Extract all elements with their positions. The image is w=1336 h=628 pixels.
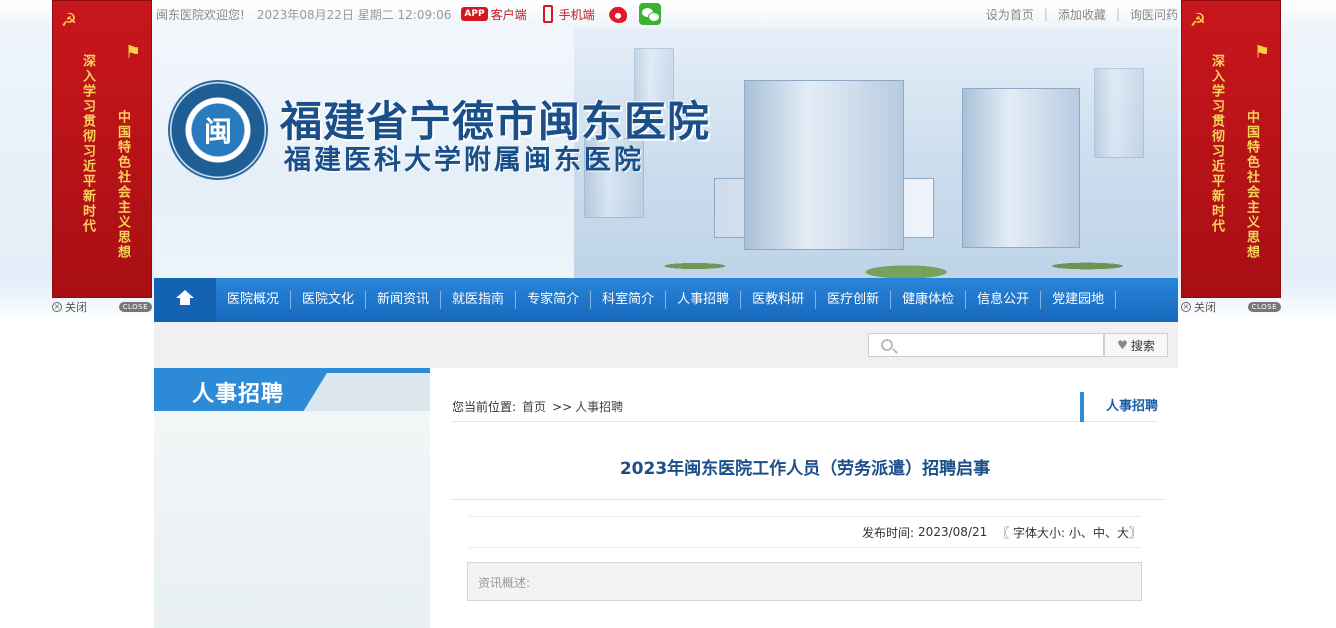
nav-item[interactable]: 医院文化 bbox=[291, 278, 365, 322]
banner-slogan-2: 中国特色社会主义思想 bbox=[1244, 110, 1259, 260]
hospital-subtitle: 福建医科大学附属闽东医院 bbox=[284, 145, 644, 176]
party-emblem-icon: ☭ bbox=[60, 10, 78, 31]
sidebar-title: 人事招聘 bbox=[192, 382, 285, 407]
set-homepage-link[interactable]: 设为首页 bbox=[986, 6, 1034, 23]
divider: | bbox=[1115, 7, 1120, 21]
search-strip: ♥ 搜索 bbox=[154, 322, 1178, 368]
close-left-banner-button[interactable]: × 关闭 bbox=[52, 299, 87, 315]
hospital-logo[interactable]: 闽 bbox=[168, 80, 268, 180]
mobile-label: 手机端 bbox=[558, 7, 595, 22]
nav-item[interactable]: 医院概况 bbox=[216, 278, 290, 322]
breadcrumb: 您当前位置: 首页 >> 人事招聘 人事招聘 bbox=[452, 392, 1158, 422]
divider bbox=[452, 499, 1165, 500]
side-banner-left-close-row: × 关闭 CLOSE bbox=[52, 300, 152, 314]
home-icon bbox=[176, 290, 194, 307]
font-large-link[interactable]: 大 bbox=[1117, 526, 1129, 540]
banner-slogan-1: 深入学习贯彻习近平新时代 bbox=[80, 54, 95, 234]
close-tag-button[interactable]: CLOSE bbox=[118, 302, 152, 312]
nav-item[interactable]: 党建园地 bbox=[1041, 278, 1115, 322]
divider: | bbox=[1043, 7, 1048, 21]
nav-home-button[interactable] bbox=[154, 278, 216, 322]
banner-slogan-2: 中国特色社会主义思想 bbox=[115, 110, 130, 260]
summary-label: 资讯概述: bbox=[478, 576, 531, 590]
welcome-text: 闽东医院欢迎您! bbox=[156, 7, 245, 22]
article-summary: 资讯概述: bbox=[467, 562, 1142, 601]
search-button[interactable]: ♥ 搜索 bbox=[1104, 333, 1168, 357]
side-banner-right[interactable]: ☭ ⚑ 深入学习贯彻习近平新时代 中国特色社会主义思想 bbox=[1181, 0, 1281, 298]
font-size-controls: 〖 字体大小: 小、中、大〗 bbox=[997, 525, 1141, 540]
heart-icon: ♥ bbox=[1117, 338, 1128, 352]
font-size-label: 〖 字体大小: bbox=[997, 525, 1066, 540]
article-meta: 发布时间: 2023/08/21 〖 字体大小: 小、中、大〗 bbox=[468, 516, 1141, 548]
article-title: 2023年闽东医院工作人员（劳务派遣）招聘启事 bbox=[619, 459, 991, 479]
breadcrumb-home-link[interactable]: 首页 bbox=[522, 398, 546, 415]
publish-date: 2023/08/21 bbox=[918, 525, 988, 539]
consult-link[interactable]: 询医问药 bbox=[1130, 6, 1178, 23]
nav-item[interactable]: 人事招聘 bbox=[666, 278, 740, 322]
main-content: 您当前位置: 首页 >> 人事招聘 人事招聘 2023年闽东医院工作人员（劳务派… bbox=[431, 368, 1178, 628]
nav-item[interactable]: 新闻资讯 bbox=[366, 278, 440, 322]
close-label: 关闭 bbox=[65, 301, 87, 314]
section-tag: 人事招聘 bbox=[1079, 392, 1158, 422]
divider bbox=[1115, 291, 1117, 309]
add-favorite-link[interactable]: 添加收藏 bbox=[1058, 6, 1106, 23]
weibo-icon[interactable] bbox=[608, 5, 629, 23]
flag-icon: ⚑ bbox=[1253, 42, 1271, 63]
font-medium-link[interactable]: 中 bbox=[1093, 526, 1105, 540]
close-right-banner-button[interactable]: × 关闭 bbox=[1181, 299, 1216, 315]
search-button-label: 搜索 bbox=[1130, 338, 1155, 353]
search-icon bbox=[881, 339, 893, 351]
publish-label: 发布时间: bbox=[862, 525, 915, 540]
close-label: 关闭 bbox=[1194, 301, 1216, 314]
main-nav: 医院概况 医院文化 新闻资讯 就医指南 专家简介 科室简介 人事招聘 医教科研 … bbox=[154, 278, 1178, 322]
banner-slogan-1: 深入学习贯彻习近平新时代 bbox=[1209, 54, 1224, 234]
breadcrumb-current-link[interactable]: 人事招聘 bbox=[575, 398, 623, 415]
top-bar: 闽东医院欢迎您! 2023年08月22日 星期二 12:09:06 APP 客户… bbox=[154, 0, 1178, 28]
mobile-link[interactable]: 手机端 bbox=[542, 5, 595, 23]
nav-items: 医院概况 医院文化 新闻资讯 就医指南 专家简介 科室简介 人事招聘 医教科研 … bbox=[216, 278, 1117, 322]
close-tag-button[interactable]: CLOSE bbox=[1247, 302, 1281, 312]
flag-icon: ⚑ bbox=[124, 42, 142, 63]
font-size-close: 〗 bbox=[1128, 525, 1141, 540]
nav-item[interactable]: 医教科研 bbox=[741, 278, 815, 322]
trees bbox=[574, 218, 1178, 278]
nav-item[interactable]: 医疗创新 bbox=[816, 278, 890, 322]
logo-char: 闽 bbox=[203, 115, 232, 148]
search-input[interactable] bbox=[899, 336, 1099, 354]
hospital-building-image bbox=[574, 28, 1178, 278]
nav-item[interactable]: 就医指南 bbox=[441, 278, 515, 322]
building bbox=[1094, 68, 1144, 158]
wechat-icon[interactable] bbox=[638, 3, 661, 25]
current-datetime: 2023年08月22日 星期二 12:09:06 bbox=[256, 7, 452, 22]
app-client-link[interactable]: APP 客户端 bbox=[461, 6, 527, 23]
app-icon: APP bbox=[461, 7, 488, 21]
search-box bbox=[868, 333, 1104, 357]
party-emblem-icon: ☭ bbox=[1189, 10, 1207, 31]
close-icon: × bbox=[1181, 302, 1191, 312]
font-small-link[interactable]: 小 bbox=[1069, 526, 1081, 540]
side-banner-right-close-row: × 关闭 CLOSE bbox=[1181, 300, 1281, 314]
nav-item[interactable]: 健康体检 bbox=[891, 278, 965, 322]
nav-item[interactable]: 科室简介 bbox=[591, 278, 665, 322]
app-client-label: 客户端 bbox=[490, 7, 527, 22]
close-icon: × bbox=[52, 302, 62, 312]
breadcrumb-label: 您当前位置: bbox=[452, 400, 517, 414]
sidebar-title-tab: 人事招聘 bbox=[154, 368, 330, 411]
nav-item[interactable]: 专家简介 bbox=[516, 278, 590, 322]
top-right-links: 设为首页 | 添加收藏 | 询医问药 bbox=[986, 6, 1178, 23]
left-sidebar: 人事招聘 bbox=[154, 368, 430, 628]
header-banner: 闽 福建省宁德市闽东医院 福建医科大学附属闽东医院 bbox=[154, 28, 1178, 278]
nav-item[interactable]: 信息公开 bbox=[966, 278, 1040, 322]
phone-icon bbox=[542, 5, 553, 23]
breadcrumb-separator: >> bbox=[552, 399, 573, 414]
side-banner-left[interactable]: ☭ ⚑ 深入学习贯彻习近平新时代 中国特色社会主义思想 bbox=[52, 0, 152, 298]
